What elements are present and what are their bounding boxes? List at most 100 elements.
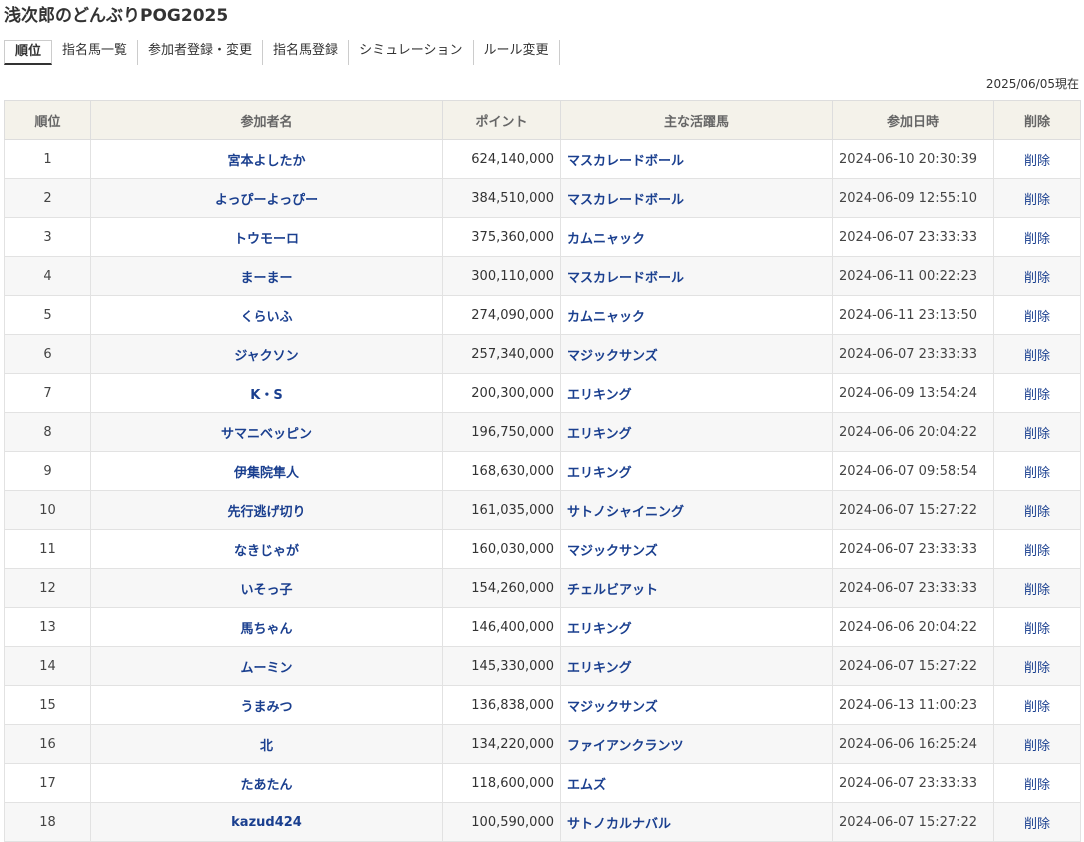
- participant-link[interactable]: まーまー: [240, 271, 292, 286]
- delete-link[interactable]: 削除: [1024, 466, 1050, 481]
- delete-cell: 削除: [993, 295, 1081, 335]
- participant-cell: まーまー: [90, 256, 443, 296]
- tab-horse-registration[interactable]: 指名馬登録: [263, 40, 350, 65]
- participant-link[interactable]: ムーミン: [240, 661, 292, 676]
- table-row: 17 たあたん 118,600,000 エムズ 2024-06-07 23:33:33 削…: [4, 763, 1081, 803]
- participant-link[interactable]: くらいふ: [240, 310, 292, 325]
- horse-link[interactable]: カムニャック: [567, 232, 645, 247]
- main-horse-cell: マジックサンズ: [560, 685, 833, 725]
- participant-link[interactable]: 馬ちゃん: [240, 622, 292, 637]
- horse-link[interactable]: サトノシャイニング: [567, 505, 684, 520]
- horse-link[interactable]: マスカレードボール: [567, 154, 684, 169]
- table-row: 14 ムーミン 145,330,000 エリキング 2024-06-07 15:27:2…: [4, 646, 1081, 686]
- delete-link[interactable]: 削除: [1024, 310, 1050, 325]
- participant-link[interactable]: うまみつ: [240, 700, 292, 715]
- rank-cell: 2: [4, 178, 91, 218]
- participant-link[interactable]: サマニベッピン: [221, 427, 312, 442]
- delete-link[interactable]: 削除: [1024, 700, 1050, 715]
- main-horse-cell: サトノシャイニング: [560, 490, 833, 530]
- delete-link[interactable]: 削除: [1024, 232, 1050, 247]
- horse-link[interactable]: エリキング: [567, 622, 632, 637]
- participant-cell: 馬ちゃん: [90, 607, 443, 647]
- delete-link[interactable]: 削除: [1024, 388, 1050, 403]
- participant-link[interactable]: トウモーロ: [234, 232, 299, 247]
- joined-cell: 2024-06-07 23:33:33: [832, 568, 994, 608]
- delete-link[interactable]: 削除: [1024, 817, 1050, 832]
- participant-link[interactable]: K・S: [250, 388, 282, 403]
- horse-link[interactable]: エリキング: [567, 661, 632, 676]
- horse-link[interactable]: サトノカルナバル: [567, 817, 671, 832]
- participant-link[interactable]: 先行逃げ切り: [227, 505, 305, 520]
- delete-link[interactable]: 削除: [1024, 583, 1050, 598]
- delete-link[interactable]: 削除: [1024, 154, 1050, 169]
- participant-cell: 宮本よしたか: [90, 139, 443, 179]
- horse-link[interactable]: マジックサンズ: [567, 700, 658, 715]
- delete-cell: 削除: [993, 139, 1081, 179]
- rank-cell: 3: [4, 217, 91, 257]
- participant-link[interactable]: よっぴーよっぴー: [215, 193, 318, 208]
- participant-link[interactable]: なきじゃが: [234, 544, 299, 559]
- delete-link[interactable]: 削除: [1024, 661, 1050, 676]
- participant-link[interactable]: kazud424: [231, 815, 302, 830]
- rank-cell: 15: [4, 685, 91, 725]
- horse-link[interactable]: エムズ: [567, 778, 606, 793]
- table-header-row: 順位 参加者名 ポイント 主な活躍馬 参加日時 削除: [4, 100, 1081, 140]
- rank-cell: 5: [4, 295, 91, 335]
- delete-cell: 削除: [993, 685, 1081, 725]
- joined-cell: 2024-06-09 13:54:24: [832, 373, 994, 413]
- points-cell: 257,340,000: [442, 334, 561, 374]
- points-cell: 134,220,000: [442, 724, 561, 764]
- horse-link[interactable]: エリキング: [567, 466, 632, 481]
- delete-link[interactable]: 削除: [1024, 349, 1050, 364]
- horse-link[interactable]: マジックサンズ: [567, 349, 658, 364]
- participant-link[interactable]: 北: [260, 739, 273, 754]
- horse-link[interactable]: チェルビアット: [567, 583, 658, 598]
- header-delete: 削除: [993, 100, 1081, 140]
- rank-cell: 1: [4, 139, 91, 179]
- tab-participant-registration[interactable]: 参加者登録・変更: [138, 40, 264, 65]
- participant-link[interactable]: 宮本よしたか: [227, 154, 305, 169]
- table-row: 7 K・S 200,300,000 エリキング 2024-06-09 13:54:24 削…: [4, 373, 1081, 413]
- delete-link[interactable]: 削除: [1024, 544, 1050, 559]
- tab-ranking[interactable]: 順位: [4, 40, 53, 65]
- points-cell: 168,630,000: [442, 451, 561, 491]
- tab-nominated-horses[interactable]: 指名馬一覧: [52, 40, 139, 65]
- delete-cell: 削除: [993, 451, 1081, 491]
- points-cell: 161,035,000: [442, 490, 561, 530]
- participant-link[interactable]: ジャクソン: [234, 349, 298, 364]
- horse-link[interactable]: マスカレードボール: [567, 193, 684, 208]
- rank-cell: 18: [4, 802, 91, 842]
- delete-cell: 削除: [993, 256, 1081, 296]
- horse-link[interactable]: ファイアンクランツ: [567, 739, 683, 754]
- delete-link[interactable]: 削除: [1024, 271, 1050, 286]
- delete-link[interactable]: 削除: [1024, 622, 1050, 637]
- points-cell: 160,030,000: [442, 529, 561, 569]
- points-cell: 145,330,000: [442, 646, 561, 686]
- participant-link[interactable]: いそっ子: [240, 583, 292, 598]
- delete-cell: 削除: [993, 802, 1081, 842]
- points-cell: 624,140,000: [442, 139, 561, 179]
- horse-link[interactable]: マジックサンズ: [567, 544, 658, 559]
- delete-link[interactable]: 削除: [1024, 193, 1050, 208]
- delete-link[interactable]: 削除: [1024, 427, 1050, 442]
- horse-link[interactable]: カムニャック: [567, 310, 645, 325]
- horse-link[interactable]: エリキング: [567, 388, 632, 403]
- joined-cell: 2024-06-07 23:33:33: [832, 529, 994, 569]
- table-row: 13 馬ちゃん 146,400,000 エリキング 2024-06-06 20:04:2…: [4, 607, 1081, 647]
- tab-simulation[interactable]: シミュレーション: [349, 40, 474, 65]
- main-horse-cell: カムニャック: [560, 295, 833, 335]
- delete-link[interactable]: 削除: [1024, 739, 1050, 754]
- tab-rule-change[interactable]: ルール変更: [474, 40, 560, 65]
- rank-cell: 11: [4, 529, 91, 569]
- participant-link[interactable]: たあたん: [240, 778, 292, 793]
- horse-link[interactable]: マスカレードボール: [567, 271, 684, 286]
- delete-link[interactable]: 削除: [1024, 505, 1050, 520]
- participant-link[interactable]: 伊集院隼人: [234, 466, 299, 481]
- points-cell: 274,090,000: [442, 295, 561, 335]
- delete-cell: 削除: [993, 490, 1081, 530]
- header-joined: 参加日時: [832, 100, 994, 140]
- table-row: 4 まーまー 300,110,000 マスカレードボール 2024-06-11 00:2…: [4, 256, 1081, 296]
- delete-link[interactable]: 削除: [1024, 778, 1050, 793]
- rank-cell: 4: [4, 256, 91, 296]
- horse-link[interactable]: エリキング: [567, 427, 632, 442]
